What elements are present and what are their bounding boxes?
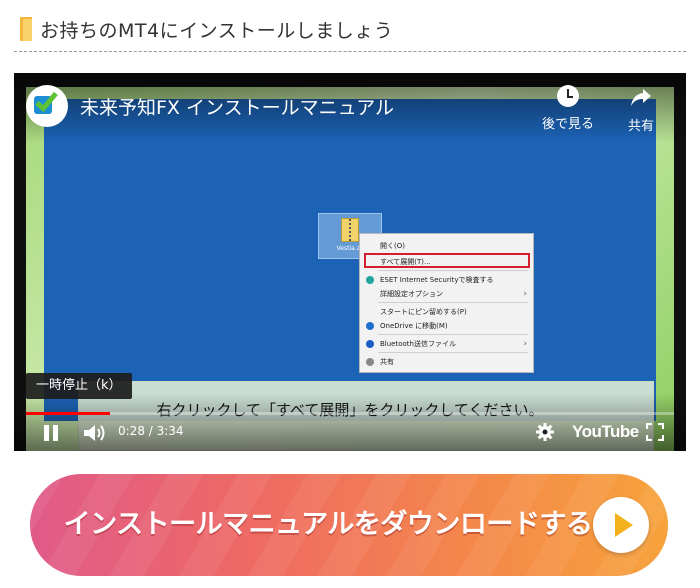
desktop-screen <box>44 99 656 421</box>
chevron-right-icon: › <box>523 289 527 299</box>
section-heading-text: お持ちのMT4にインストールしましょう <box>40 20 394 42</box>
context-menu-item: 詳細設定オプション › <box>360 288 533 300</box>
pause-tooltip: 一時停止（k） <box>26 373 132 399</box>
context-menu-item: 共有 <box>360 356 533 368</box>
context-menu-item-label: 共有 <box>380 358 394 366</box>
context-menu-item: Bluetooth送信ファイル › <box>360 338 533 350</box>
context-menu-item: 開く(O) <box>360 240 533 252</box>
fullscreen-icon[interactable] <box>646 423 664 441</box>
download-button-label: インストールマニュアルをダウンロードする <box>63 509 593 540</box>
pause-icon[interactable] <box>42 425 60 441</box>
context-menu-item-label: スタートにピン留めする(P) <box>380 308 467 316</box>
chevron-right-icon: › <box>523 339 527 349</box>
download-manual-button[interactable]: インストールマニュアルをダウンロードする <box>30 474 668 576</box>
clock-icon <box>557 85 579 107</box>
menu-separator <box>378 352 528 353</box>
zip-file-icon <box>341 218 359 242</box>
highlight-box <box>364 253 530 268</box>
video-player[interactable]: Vestia.zip 開く(O) すべて展開(T)... ESET Internet… <box>14 73 686 451</box>
bluetooth-icon <box>366 340 374 348</box>
context-menu: 開く(O) すべて展開(T)... ESET Internet Securityで検… <box>359 233 534 373</box>
watch-later-label: 後で見る <box>542 117 595 132</box>
context-menu-item-label: ESET Internet Securityで検査する <box>380 276 494 284</box>
time-display: 0:28 / 3:34 <box>118 424 184 438</box>
video-title[interactable]: 未来予知FX インストールマニュアル <box>80 93 394 120</box>
context-menu-item-label: Bluetooth送信ファイル <box>380 340 456 348</box>
share-label: 共有 <box>628 119 655 134</box>
context-menu-item: ESET Internet Securityで検査する <box>360 274 533 286</box>
context-menu-item: スタートにピン留めする(P) <box>360 306 533 318</box>
section-heading: お持ちのMT4にインストールしましょう <box>14 14 686 52</box>
share-icon <box>366 358 374 366</box>
youtube-logo[interactable]: YouTube <box>572 422 639 442</box>
share-button[interactable]: 共有 <box>628 85 654 134</box>
onedrive-icon <box>366 322 374 330</box>
context-menu-item-label: 詳細設定オプション <box>380 290 443 298</box>
watch-later-button[interactable]: 後で見る <box>542 85 594 132</box>
menu-separator <box>378 302 528 303</box>
play-icon <box>593 497 649 553</box>
eset-icon <box>366 276 374 284</box>
progress-bar[interactable] <box>26 412 674 415</box>
context-menu-item-label: OneDrive に移動(M) <box>380 322 448 330</box>
volume-icon[interactable] <box>82 422 108 444</box>
settings-gear-icon[interactable] <box>536 423 554 441</box>
channel-logo[interactable] <box>26 85 68 127</box>
share-arrow-icon <box>631 89 651 106</box>
context-menu-item-label: 開く(O) <box>380 242 405 250</box>
folder-icon <box>20 17 32 41</box>
menu-separator <box>378 334 528 335</box>
context-menu-item: OneDrive に移動(M) <box>360 320 533 332</box>
subtitle: 右クリックして「すべて展開」をクリックしてください。 <box>156 401 544 419</box>
progress-fill <box>26 412 111 415</box>
menu-separator <box>378 270 528 271</box>
